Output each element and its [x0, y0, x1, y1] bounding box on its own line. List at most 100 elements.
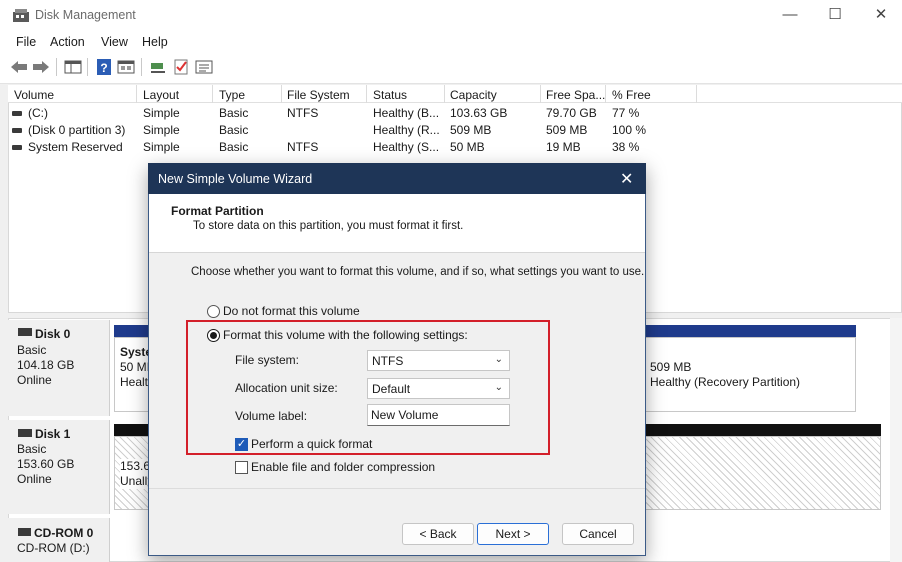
menu-action[interactable]: Action: [50, 35, 85, 49]
table-row-status: Healthy (R...: [373, 123, 440, 137]
partition-bar: [114, 325, 150, 337]
column-divider[interactable]: [696, 85, 697, 103]
column-divider[interactable]: [212, 85, 213, 103]
column-layout[interactable]: Layout: [143, 88, 179, 102]
back-button[interactable]: < Back: [402, 523, 474, 545]
column-status[interactable]: Status: [373, 88, 407, 102]
minimize-button[interactable]: —: [767, 0, 813, 32]
disk-icon: [18, 328, 32, 336]
forward-arrow-icon[interactable]: [31, 58, 51, 76]
svg-text:?: ?: [100, 61, 107, 75]
disk-icon: [18, 429, 32, 437]
menu-bar: [0, 32, 902, 54]
table-row-free: 79.70 GB: [546, 106, 597, 120]
table-row-capacity: 103.63 GB: [450, 106, 508, 120]
close-button[interactable]: ✕: [858, 0, 902, 32]
checklist-icon[interactable]: [171, 58, 191, 76]
column-divider[interactable]: [444, 85, 445, 103]
table-row-fs: NTFS: [287, 106, 319, 120]
settings-list-icon[interactable]: [194, 58, 214, 76]
vertical-scrollbar[interactable]: [890, 318, 902, 562]
table-row-volume[interactable]: (Disk 0 partition 3): [28, 123, 125, 137]
menu-help[interactable]: Help: [142, 35, 168, 49]
dialog-title: New Simple Volume Wizard: [158, 172, 313, 186]
dialog-header-title: Format Partition: [171, 204, 264, 218]
volume-icon: [12, 145, 22, 150]
radio-do-not-format-label[interactable]: Do not format this volume: [223, 304, 360, 318]
partition-bar: [645, 325, 856, 337]
table-row-volume[interactable]: (C:): [28, 106, 48, 120]
back-arrow-icon[interactable]: [9, 58, 29, 76]
column-type[interactable]: Type: [219, 88, 245, 102]
column-divider[interactable]: [540, 85, 541, 103]
compression-checkbox[interactable]: [235, 461, 248, 474]
disk-0-state: Online: [17, 373, 52, 387]
table-row-volume[interactable]: System Reserved: [28, 140, 123, 154]
unallocated-label: Unall: [120, 474, 148, 489]
table-row-capacity: 509 MB: [450, 123, 492, 137]
toolbar-separator: [87, 58, 88, 76]
disk-0-name: Disk 0: [35, 327, 71, 341]
column-capacity[interactable]: Capacity: [450, 88, 497, 102]
table-row-status: Healthy (B...: [373, 106, 440, 120]
cdrom-icon: [18, 528, 31, 536]
column-divider[interactable]: [366, 85, 367, 103]
table-row-type: Basic: [219, 123, 249, 137]
table-row-pct: 77 %: [612, 106, 640, 120]
table-row-type: Basic: [219, 106, 249, 120]
column-percent-free[interactable]: % Free: [612, 88, 651, 102]
recovery-size: 509 MB: [650, 360, 692, 374]
table-row-layout: Simple: [143, 106, 180, 120]
column-free-space[interactable]: Free Spa...: [546, 88, 605, 102]
table-row-free: 509 MB: [546, 123, 588, 137]
dialog-close-button[interactable]: ✕: [620, 169, 633, 189]
menu-file[interactable]: File: [16, 35, 36, 49]
dialog-header-subtitle: To store data on this partition, you mus…: [193, 220, 464, 232]
table-row-type: Basic: [219, 140, 249, 154]
radio-do-not-format[interactable]: [207, 305, 220, 318]
show-hide-console-icon[interactable]: [63, 58, 83, 76]
dialog-instructions: Choose whether you want to format this v…: [191, 266, 645, 278]
disk-0-type: Basic: [17, 343, 47, 357]
table-row-free: 19 MB: [546, 140, 581, 154]
volume-icon: [12, 111, 22, 116]
cdrom-name: CD-ROM 0: [34, 526, 94, 540]
unallocated-space[interactable]: [645, 436, 881, 510]
column-volume[interactable]: Volume: [14, 88, 54, 102]
volume-icon: [12, 128, 22, 133]
column-divider[interactable]: [281, 85, 282, 103]
next-button[interactable]: Next >: [477, 523, 549, 545]
column-divider[interactable]: [136, 85, 137, 103]
disk-management-icon: [13, 9, 29, 22]
table-row-capacity: 50 MB: [450, 140, 485, 154]
column-file-system[interactable]: File System: [287, 88, 350, 102]
table-row-fs: NTFS: [287, 140, 319, 154]
cancel-button[interactable]: Cancel: [562, 523, 634, 545]
unallocated-size: 153.6: [120, 459, 151, 474]
connect-icon[interactable]: [148, 58, 168, 76]
disk-1-type: Basic: [17, 442, 47, 456]
table-row-pct: 100 %: [612, 123, 647, 137]
partition-size: 50 MI: [120, 360, 151, 374]
toolbar-separator: [141, 58, 142, 76]
disk-1-size: 153.60 GB: [17, 457, 75, 471]
table-row-status: Healthy (S...: [373, 140, 440, 154]
table-row-layout: Simple: [143, 123, 180, 137]
disk-1-state: Online: [17, 472, 52, 486]
compression-label[interactable]: Enable file and folder compression: [251, 460, 435, 474]
toolbar-separator: [56, 58, 57, 76]
column-divider[interactable]: [605, 85, 606, 103]
unallocated-bar: [114, 424, 150, 436]
table-row-pct: 38 %: [612, 140, 640, 154]
partition-status: Healt: [120, 375, 149, 389]
menu-view[interactable]: View: [101, 35, 128, 49]
help-icon[interactable]: ?: [94, 58, 114, 76]
maximize-button[interactable]: ☐: [812, 0, 858, 32]
disk-1-name: Disk 1: [35, 427, 71, 441]
properties-icon[interactable]: [116, 58, 136, 76]
window-title: Disk Management: [35, 8, 136, 22]
highlight-box: [186, 320, 550, 455]
dialog-footer-divider: [149, 488, 645, 489]
unallocated-bar: [645, 424, 881, 436]
disk-0-size: 104.18 GB: [17, 358, 75, 372]
